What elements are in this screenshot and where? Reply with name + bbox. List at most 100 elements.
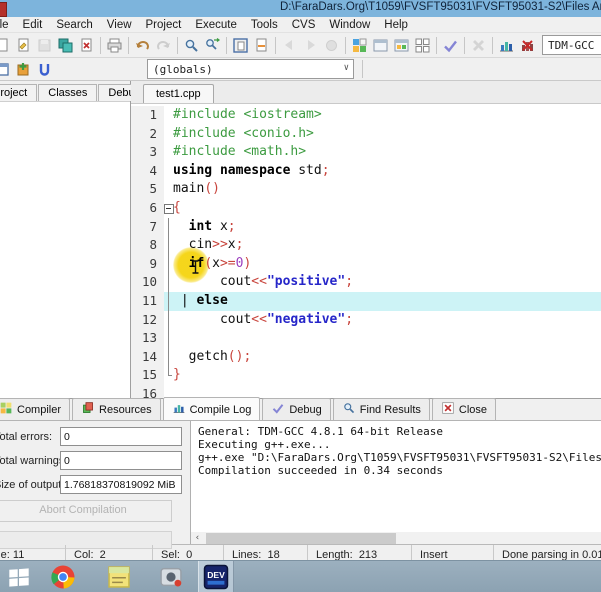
- menu-window[interactable]: Window: [322, 19, 377, 31]
- code-line[interactable]: 13: [131, 329, 601, 348]
- menu-view[interactable]: View: [100, 19, 139, 31]
- ide-window: D:\FaraDars.Org\T1059\FVSFT95031\FVSFT95…: [0, 0, 601, 560]
- open-file-icon[interactable]: [13, 35, 34, 56]
- code-token: cout: [173, 312, 251, 327]
- menu-search[interactable]: Search: [49, 19, 99, 31]
- toolbar2-icons: [0, 59, 55, 80]
- compile-log[interactable]: General: TDM-GCC 4.8.1 64-bit ReleaseExe…: [191, 421, 601, 544]
- project-panel-body[interactable]: [0, 102, 130, 398]
- code-line[interactable]: 9 if(x>=0): [131, 255, 601, 274]
- panel-tab-project[interactable]: Project: [0, 84, 37, 101]
- compile-run-icon[interactable]: [391, 35, 412, 56]
- chevron-down-icon: ∨: [344, 63, 349, 73]
- save-all-icon[interactable]: [55, 35, 76, 56]
- code-line[interactable]: 10 cout<<"positive";: [131, 273, 601, 292]
- code-token: #include <iostream>: [173, 107, 322, 122]
- code-line[interactable]: 5main(): [131, 180, 601, 199]
- menu-execute[interactable]: Execute: [188, 19, 244, 31]
- taskbar-start-button[interactable]: [2, 561, 36, 592]
- add-item-icon[interactable]: [13, 59, 34, 80]
- code-token: getch: [173, 349, 228, 364]
- editor: test1.cpp 1#include <iostream>2#include …: [131, 81, 601, 398]
- code-line[interactable]: 2#include <conio.h>: [131, 125, 601, 144]
- insert-unit-icon[interactable]: [34, 59, 55, 80]
- code-line[interactable]: 15}: [131, 366, 601, 385]
- code-text: [173, 385, 601, 398]
- find-icon[interactable]: [181, 35, 202, 56]
- stat-value-field[interactable]: 1.76818370819092 MiB: [60, 475, 182, 494]
- tab-close[interactable]: Close: [432, 398, 496, 420]
- taskbar-chrome-icon[interactable]: [46, 561, 80, 592]
- line-number: 16: [131, 385, 164, 398]
- tab-debug[interactable]: Debug: [262, 398, 330, 420]
- code-line[interactable]: 12 cout<<"negative";: [131, 311, 601, 330]
- code-token: ;: [345, 274, 353, 289]
- fold-marker: [164, 329, 173, 348]
- fold-marker: [164, 292, 173, 311]
- profile-delete-icon[interactable]: [517, 35, 538, 56]
- horizontal-scrollbar[interactable]: ‹: [191, 532, 601, 544]
- line-number: 6: [131, 199, 164, 218]
- code-line[interactable]: 11 | else: [131, 292, 601, 311]
- run-icon[interactable]: [370, 35, 391, 56]
- profile-icon[interactable]: [496, 35, 517, 56]
- code-token: <<: [251, 312, 267, 327]
- globals-select[interactable]: (globals) ∨: [147, 59, 354, 79]
- toolbar-separator: [226, 37, 227, 54]
- code-line[interactable]: 16: [131, 385, 601, 398]
- line-number: 10: [131, 273, 164, 292]
- compile-icon[interactable]: [349, 35, 370, 56]
- title-bar[interactable]: D:\FaraDars.Org\T1059\FVSFT95031\FVSFT95…: [0, 0, 601, 17]
- tab-compile-log[interactable]: Compile Log: [163, 397, 261, 420]
- tab-compiler[interactable]: Compiler: [0, 398, 70, 420]
- panel-tab-classes[interactable]: Classes: [38, 84, 97, 101]
- window-new-icon[interactable]: [0, 59, 13, 80]
- code-line[interactable]: 4using namespace std;: [131, 162, 601, 181]
- menu-edit[interactable]: Edit: [16, 19, 50, 31]
- menu-tools[interactable]: Tools: [244, 19, 285, 31]
- scroll-left-arrow-icon[interactable]: ‹: [191, 532, 204, 544]
- code-line[interactable]: 14 getch();: [131, 348, 601, 367]
- fold-marker[interactable]: [164, 199, 173, 218]
- menu-cvs[interactable]: CVS: [285, 19, 323, 31]
- code-text: #include <math.h>: [173, 143, 601, 162]
- code-line[interactable]: 3#include <math.h>: [131, 143, 601, 162]
- goto-line-icon: [321, 35, 342, 56]
- scrollbar-thumb[interactable]: [206, 533, 396, 544]
- fold-gutter: [164, 180, 173, 199]
- code-line[interactable]: 7 int x;: [131, 218, 601, 237]
- bookmark-icon[interactable]: [251, 35, 272, 56]
- tab-label: Resources: [99, 404, 152, 416]
- syntax-check-icon[interactable]: [440, 35, 461, 56]
- code-line[interactable]: 8 cin>>x;: [131, 236, 601, 255]
- tab-resources[interactable]: Resources: [72, 398, 161, 420]
- taskbar-notes-icon[interactable]: [102, 561, 136, 592]
- tab-find-results[interactable]: Find Results: [333, 398, 430, 420]
- undo-icon[interactable]: [132, 35, 153, 56]
- code-token: ();: [228, 349, 251, 364]
- editor-tab-test1cpp[interactable]: test1.cpp: [143, 84, 214, 103]
- compiler-select[interactable]: TDM-GCC 4.8: [542, 35, 601, 55]
- print-icon[interactable]: [104, 35, 125, 56]
- new-file-icon[interactable]: [0, 35, 13, 56]
- menu-file[interactable]: File: [0, 19, 16, 31]
- stat-value-field[interactable]: 0: [60, 427, 182, 446]
- stat-row: Total warnings:0: [0, 451, 186, 470]
- code-line[interactable]: 1#include <iostream>: [131, 106, 601, 125]
- tab-label: Find Results: [360, 404, 421, 416]
- menu-project[interactable]: Project: [139, 19, 189, 31]
- taskbar-dev-cpp-icon[interactable]: DEV: [198, 561, 234, 592]
- code-line[interactable]: 6{: [131, 199, 601, 218]
- menu-help[interactable]: Help: [377, 19, 415, 31]
- stat-value-field[interactable]: 0: [60, 451, 182, 470]
- rebuild-icon[interactable]: [412, 35, 433, 56]
- close-file-icon[interactable]: [76, 35, 97, 56]
- code-text: | else: [173, 292, 601, 311]
- fold-marker: [164, 311, 173, 330]
- compile-log-lines: General: TDM-GCC 4.8.1 64-bit ReleaseExe…: [198, 425, 601, 477]
- code-area[interactable]: 1#include <iostream>2#include <conio.h>3…: [131, 104, 601, 398]
- taskbar-snipping-icon[interactable]: [154, 561, 188, 592]
- project-panel-tabs: ProjectClassesDebug: [0, 81, 130, 102]
- replace-icon[interactable]: [202, 35, 223, 56]
- goto-icon[interactable]: [230, 35, 251, 56]
